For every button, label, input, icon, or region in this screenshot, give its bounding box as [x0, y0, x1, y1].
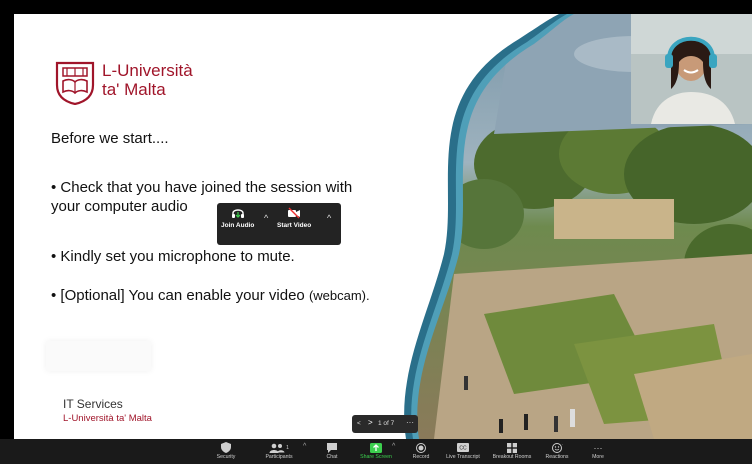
chat-icon — [327, 442, 337, 453]
video-off-icon — [288, 207, 301, 219]
record-label: Record — [412, 454, 430, 460]
participant-video — [631, 14, 752, 124]
slide-more-icon[interactable]: ··· — [406, 418, 414, 427]
audio-options-caret-icon[interactable]: ^ — [264, 213, 268, 223]
meeting-window: L-Università ta' Malta Before we start..… — [0, 0, 752, 464]
meeting-toolbar: Security 1 Participants ^ Chat Share Scr… — [0, 439, 752, 464]
video-options-caret-icon[interactable]: ^ — [327, 213, 331, 223]
more-icon: ··· — [593, 442, 603, 453]
reactions-label: Reactions — [545, 454, 569, 460]
live-transcript-label: Live Transcript — [446, 454, 480, 460]
record-icon — [416, 442, 426, 453]
headphones-icon — [231, 209, 244, 218]
more-button[interactable]: ··· More — [572, 441, 624, 461]
join-audio-label: Join Audio — [221, 222, 255, 229]
svg-text:+: + — [562, 443, 563, 447]
university-wordmark: L-Università ta' Malta — [102, 61, 193, 99]
participants-label: Participants — [265, 454, 293, 460]
bullet-video-text: • [Optional] You can enable your video — [51, 287, 309, 304]
bullet-video: • [Optional] You can enable your video (… — [51, 286, 370, 305]
slide-page-indicator: 1 of 7 — [378, 420, 395, 427]
share-screen-label: Share Screen — [360, 454, 392, 460]
bullet-audio-line1: • Check that you have joined the session… — [51, 179, 353, 196]
live-transcript-button[interactable]: CC Live Transcript — [437, 441, 489, 460]
join-audio-button[interactable]: Join Audio — [221, 207, 254, 229]
start-video-label: Start Video — [277, 222, 312, 229]
cc-icon: CC — [457, 443, 469, 452]
blank-box — [46, 341, 151, 371]
participants-count: 1 — [286, 444, 289, 451]
participants-button[interactable]: 1 Participants — [253, 441, 305, 460]
svg-text:CC: CC — [459, 446, 467, 452]
reactions-icon: + — [551, 442, 563, 453]
university-logo — [55, 61, 95, 105]
bullet-audio-line2: your computer audio — [51, 198, 188, 215]
next-slide-icon[interactable]: > — [368, 418, 373, 427]
audio-video-controls: Join Audio ^ Start Video ^ — [217, 203, 341, 245]
shield-icon — [221, 442, 231, 453]
brand-line1: L-Università — [102, 61, 193, 80]
bullet-video-note: (webcam). — [308, 288, 370, 303]
more-label: More — [592, 454, 604, 460]
breakout-rooms-label: Breakout Rooms — [492, 454, 532, 460]
share-screen-icon — [370, 442, 382, 453]
slide-navigator[interactable]: < > 1 of 7 ··· — [352, 415, 418, 433]
security-label: Security — [216, 454, 236, 460]
start-video-button[interactable]: Start Video — [277, 207, 311, 229]
bullet-mute: • Kindly set you microphone to mute. — [51, 248, 295, 265]
footer-university: L-Università ta' Malta — [63, 413, 152, 424]
slide-intro: Before we start.... — [51, 130, 169, 147]
breakout-icon — [507, 442, 517, 453]
security-button[interactable]: Security — [200, 441, 252, 460]
footer-department: IT Services — [63, 397, 123, 411]
chat-label: Chat — [326, 454, 338, 460]
participants-icon — [269, 443, 285, 453]
previous-slide-icon[interactable]: < — [357, 420, 361, 427]
brand-line2: ta' Malta — [102, 80, 166, 99]
